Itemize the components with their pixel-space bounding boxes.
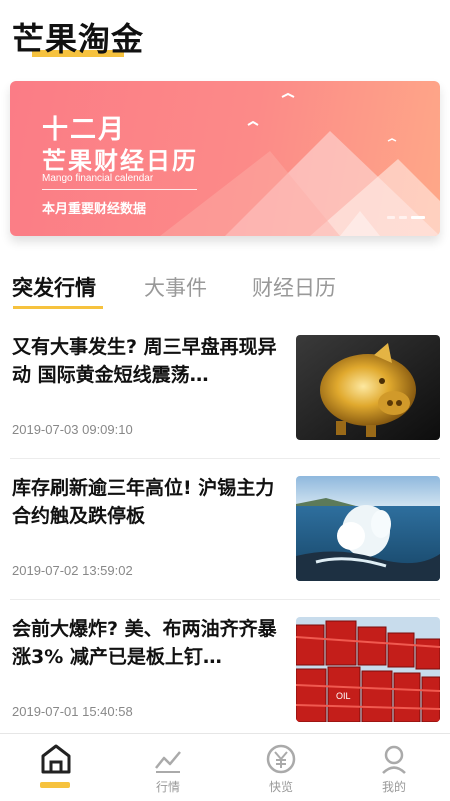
- pagination-dot-active: [411, 216, 425, 219]
- news-title: 会前大爆炸? 美、布两油齐齐暴涨3% 减产已是板上钉…: [12, 618, 277, 668]
- nav-label: 快览: [268, 780, 293, 794]
- banner-title-calendar: 芒果财经日历: [42, 147, 198, 175]
- app-header: 芒果淘金: [0, 0, 450, 70]
- tab-breaking[interactable]: 突发行情: [12, 272, 96, 302]
- news-date: 2019-07-02 13:59:02: [12, 563, 133, 578]
- news-item[interactable]: 库存刷新逾三年高位! 沪锡主力合约触及跌停板 2019-07-02 13:59:…: [0, 474, 450, 599]
- ocean-wave-thumbnail: [296, 476, 440, 581]
- active-tab-indicator: [13, 306, 103, 309]
- svg-text:OIL: OIL: [336, 691, 351, 701]
- news-date: 2019-07-01 15:40:58: [12, 704, 133, 719]
- home-icon: [41, 744, 71, 774]
- yuan-icon: [266, 744, 296, 774]
- news-divider: [10, 599, 440, 600]
- nav-home[interactable]: [0, 734, 112, 801]
- news-tabs: 突发行情 大事件 财经日历: [0, 266, 450, 310]
- banner-description: 本月重要财经数据: [42, 202, 147, 217]
- tab-major-events[interactable]: 大事件: [144, 272, 207, 302]
- news-title: 又有大事发生? 周三早盘再现异动 国际黄金短线震荡…: [12, 336, 277, 386]
- nav-quick-view[interactable]: 快览: [225, 734, 337, 801]
- nav-label: 我的: [381, 780, 406, 794]
- pagination-dot: [387, 216, 395, 219]
- user-icon: [382, 745, 406, 774]
- chart-icon: [155, 751, 181, 773]
- gold-piggy-bank-thumbnail: [296, 335, 440, 440]
- nav-label: 行情: [155, 780, 180, 794]
- nav-market[interactable]: 行情: [112, 734, 224, 801]
- nav-profile[interactable]: 我的: [338, 734, 450, 801]
- app-title: 芒果淘金: [12, 20, 145, 58]
- oil-barrels-thumbnail: OIL: [296, 617, 440, 722]
- pagination-dot: [399, 216, 407, 219]
- tab-financial-calendar[interactable]: 财经日历: [252, 272, 336, 302]
- calendar-banner[interactable]: 十二月 芒果财经日历 Mango financial calendar 本月重要…: [10, 81, 440, 236]
- news-item[interactable]: 又有大事发生? 周三早盘再现异动 国际黄金短线震荡… 2019-07-03 09…: [0, 333, 450, 458]
- banner-divider: [42, 189, 197, 190]
- news-item[interactable]: 会前大爆炸? 美、布两油齐齐暴涨3% 减产已是板上钉… 2019-07-01 1…: [0, 615, 450, 740]
- banner-subtitle-en: Mango financial calendar: [42, 173, 154, 184]
- news-divider: [10, 458, 440, 459]
- news-date: 2019-07-03 09:09:10: [12, 422, 133, 437]
- active-nav-indicator: [40, 782, 70, 788]
- bottom-navigation: 行情 快览 我的: [0, 733, 450, 801]
- news-title: 库存刷新逾三年高位! 沪锡主力合约触及跌停板: [12, 477, 275, 527]
